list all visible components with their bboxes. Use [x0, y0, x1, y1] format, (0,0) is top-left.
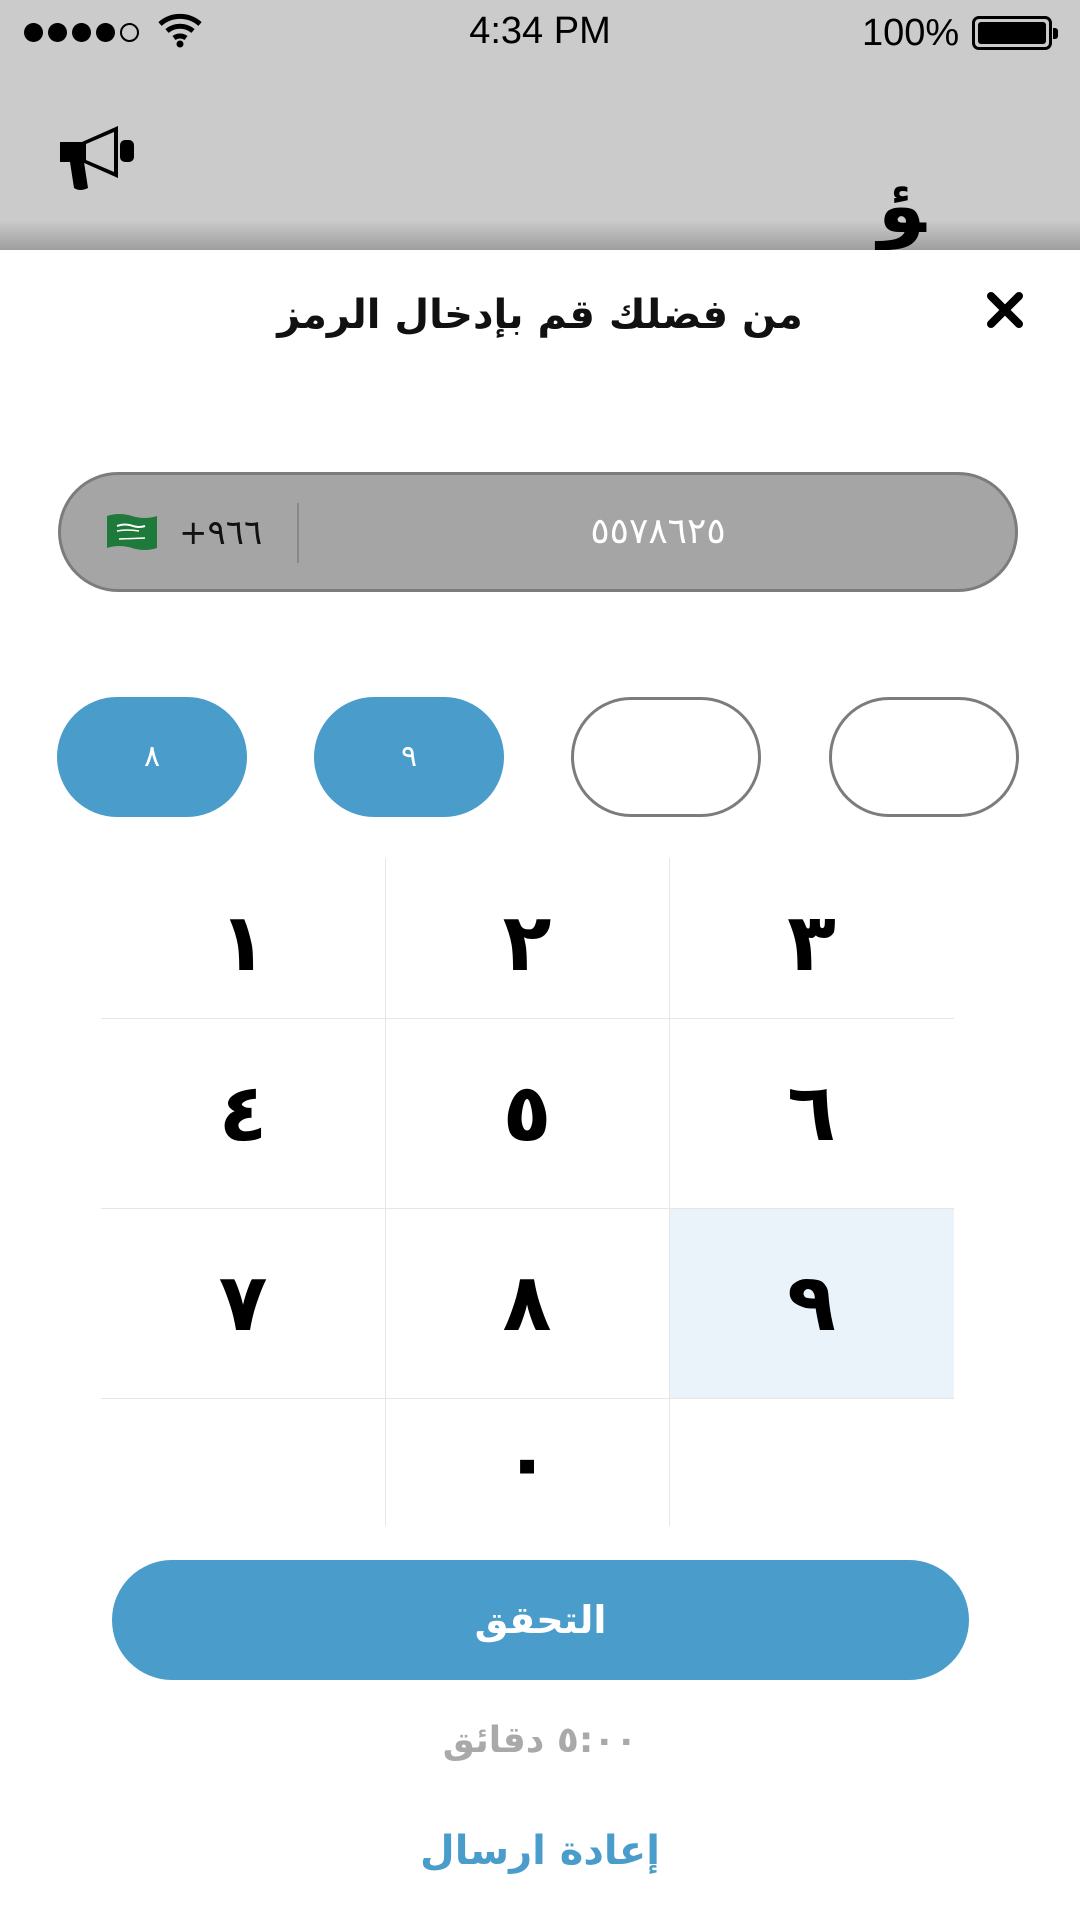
keypad-key-0[interactable]: ٠ — [385, 1398, 669, 1526]
keypad-key-9[interactable]: ٩ — [669, 1208, 954, 1398]
keypad-divider — [385, 858, 386, 1526]
keypad-key-empty-left — [101, 1398, 385, 1526]
verify-button[interactable]: التحقق — [112, 1560, 969, 1680]
keypad-divider — [101, 1208, 954, 1209]
sheet-shadow — [0, 220, 1080, 250]
status-bar: 4:34 PM 100% — [0, 0, 1080, 64]
keypad-divider — [101, 1018, 954, 1019]
numeric-keypad: ١ ٢ ٣ ٤ ٥ ٦ ٧ ٨ ٩ ٠ — [101, 858, 954, 1526]
verification-sheet: من فضلك قم بإدخال الرمز +٩٦٦ ٥٥٧٨٦٢٥ ٨ ٩… — [0, 250, 1080, 1920]
keypad-divider — [101, 1398, 954, 1399]
otp-box-1[interactable]: ٨ — [57, 697, 247, 817]
field-divider — [297, 503, 299, 563]
resend-link[interactable]: إعادة ارسال — [0, 1828, 1080, 1874]
keypad-key-3[interactable]: ٣ — [669, 858, 954, 1018]
otp-code-row: ٨ ٩ — [57, 697, 1020, 817]
keypad-divider — [669, 858, 670, 1526]
country-code[interactable]: +٩٦٦ — [179, 513, 262, 553]
phone-number-field[interactable]: +٩٦٦ ٥٥٧٨٦٢٥ — [58, 472, 1018, 592]
battery-percent: 100% — [862, 12, 960, 54]
keypad-key-empty-right — [669, 1398, 954, 1526]
otp-box-3[interactable] — [571, 697, 761, 817]
countdown-timer: ٥:٠٠ دقائق — [442, 1720, 638, 1761]
keypad-key-4[interactable]: ٤ — [101, 1018, 385, 1208]
saudi-arabia-flag-icon — [107, 514, 157, 550]
megaphone-icon[interactable] — [56, 122, 140, 194]
sheet-title: من فضلك قم بإدخال الرمز — [277, 292, 803, 338]
background-app: 4:34 PM 100% ﺆ — [0, 0, 1080, 250]
phone-number-value: ٥٥٧٨٦٢٥ — [590, 511, 726, 552]
screen: 4:34 PM 100% ﺆ من فضلك قم بإدخال الرمز +… — [0, 0, 1080, 1920]
keypad-key-2[interactable]: ٢ — [385, 858, 669, 1018]
otp-box-2[interactable]: ٩ — [314, 697, 504, 817]
otp-box-4[interactable] — [829, 697, 1019, 817]
close-icon[interactable] — [985, 290, 1025, 330]
keypad-key-6[interactable]: ٦ — [669, 1018, 954, 1208]
keypad-key-7[interactable]: ٧ — [101, 1208, 385, 1398]
battery-icon — [972, 16, 1058, 50]
keypad-key-5[interactable]: ٥ — [385, 1018, 669, 1208]
keypad-key-8[interactable]: ٨ — [385, 1208, 669, 1398]
keypad-key-1[interactable]: ١ — [101, 858, 385, 1018]
